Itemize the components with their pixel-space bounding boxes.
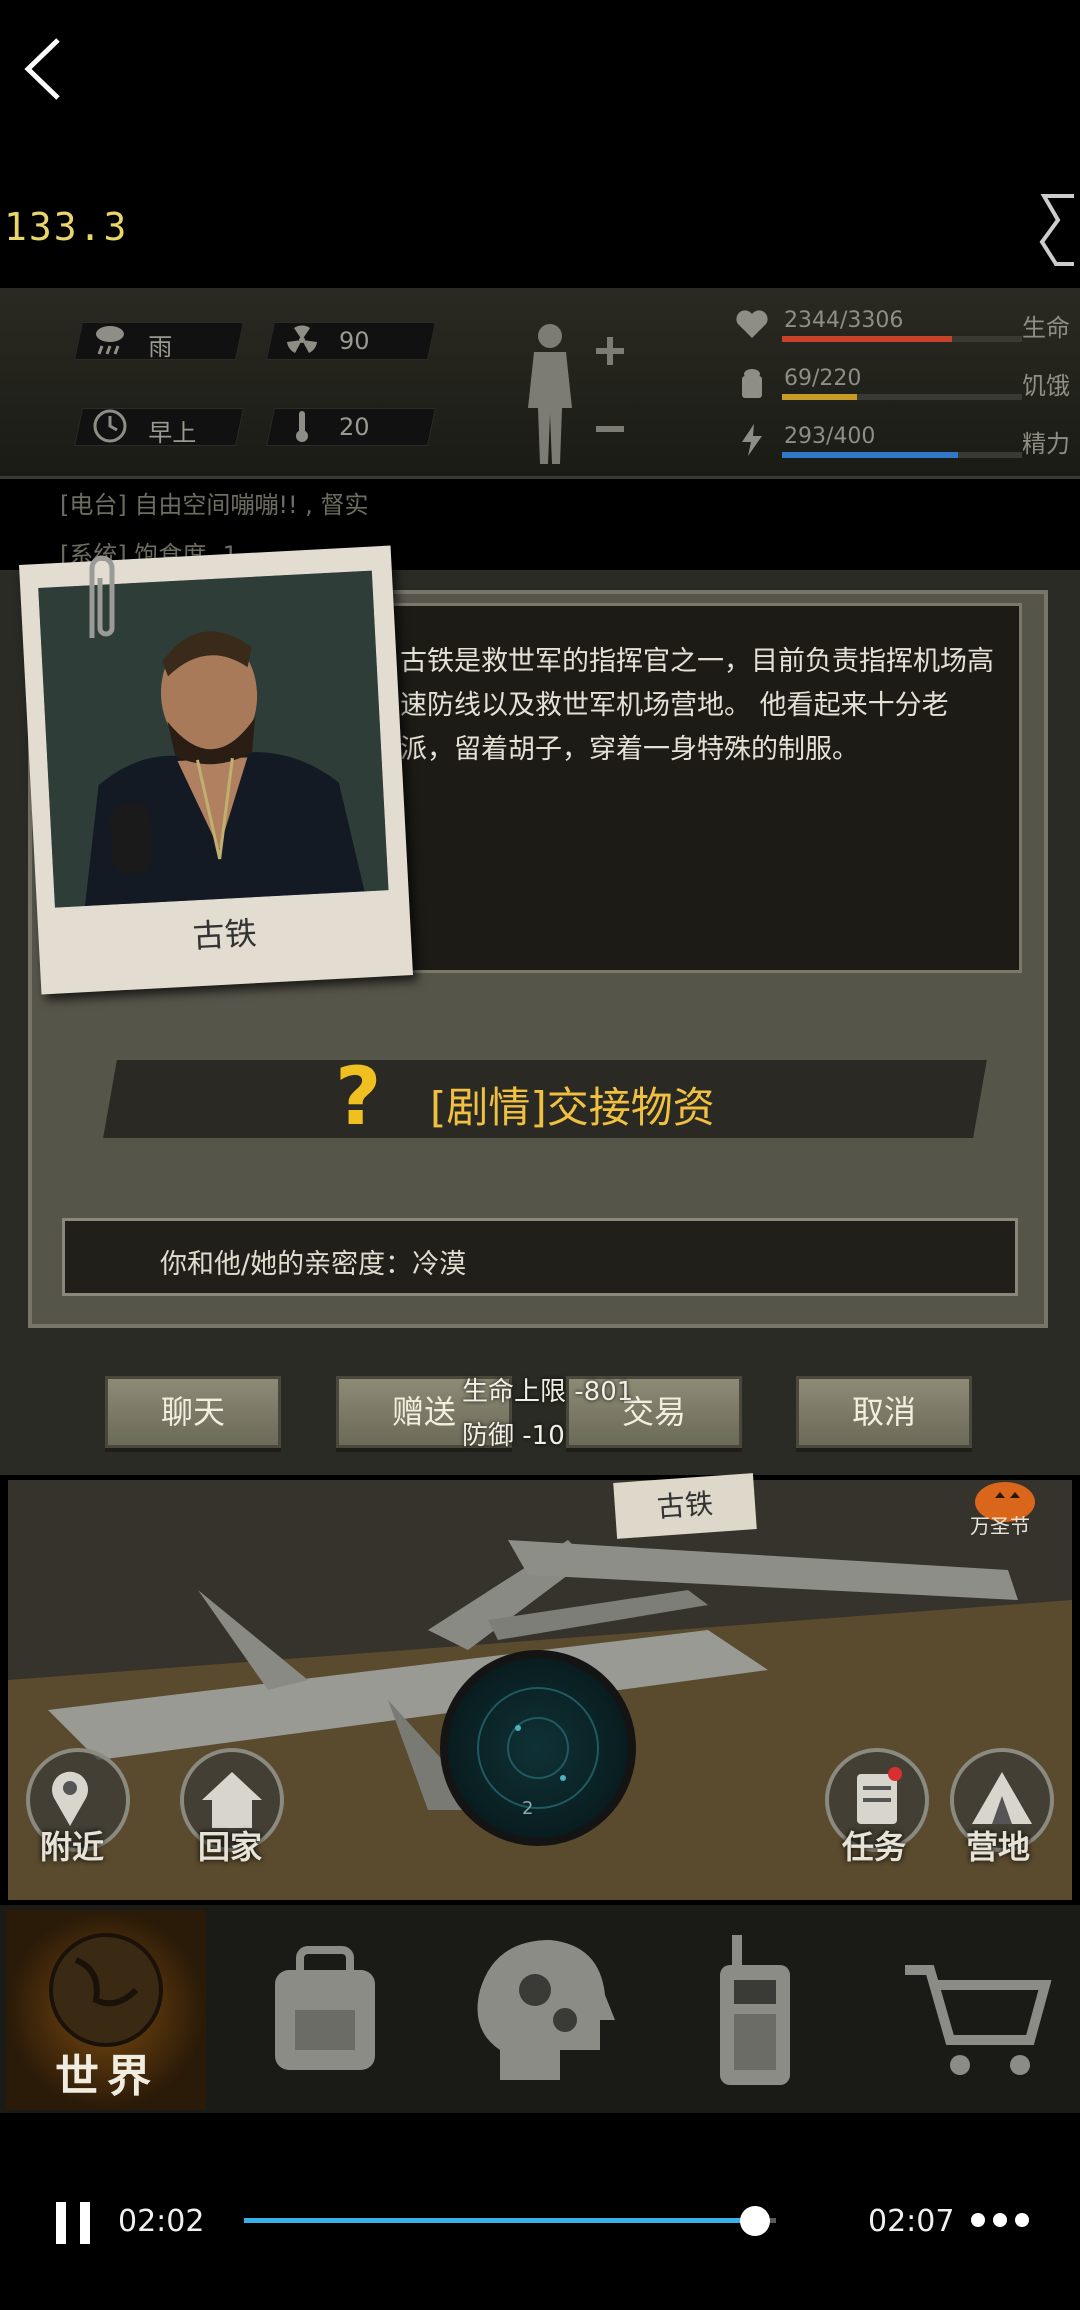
event-log: [电台] 自由空间嘣嘣!! , 督实 [系统] 饱食度 -1	[60, 480, 760, 569]
relationship-text: 你和他/她的亲密度：冷漠	[160, 1249, 467, 1280]
weather-label: 雨	[148, 333, 173, 361]
stat-energy: 293/400 精力	[730, 422, 1070, 462]
energy-value: 293/400	[784, 424, 876, 449]
energy-label: 精力	[1022, 430, 1070, 458]
nav-world-label[interactable]: 世界	[55, 2040, 159, 2104]
nearby-label[interactable]: 附近	[40, 1822, 104, 1868]
progress-fill	[244, 2218, 755, 2223]
camp-label[interactable]: 营地	[966, 1822, 1030, 1868]
cancel-button[interactable]: 取消	[796, 1376, 972, 1448]
temperature-value: 20	[339, 413, 370, 441]
chat-button[interactable]: 聊天	[105, 1376, 281, 1448]
quest-label[interactable]: [剧情]交接物资	[430, 1074, 715, 1135]
body-status-icon[interactable]	[520, 318, 630, 468]
video-controls	[0, 2170, 1080, 2310]
stat-hunger: 69/220 饥饿	[730, 364, 1070, 404]
health-label: 生命	[1022, 314, 1070, 342]
npc-description: 古铁是救世军的指挥官之一，目前负责指挥机场高速防线以及救世军机场营地。 他看起来…	[400, 646, 994, 765]
paperclip-icon	[89, 555, 115, 638]
radiation-value: 90	[339, 327, 370, 355]
coordinate-readout: 133.3	[4, 205, 129, 249]
health-value: 2344/3306	[784, 308, 904, 333]
hp-limit-effect: 生命上限 -801	[462, 1377, 634, 1407]
radar-scanner[interactable]: 2	[440, 1650, 636, 1846]
skills-head-icon[interactable]	[440, 1910, 650, 2110]
back-arrow-icon[interactable]	[18, 34, 78, 104]
defense-effect: 防御 -10	[462, 1421, 565, 1451]
progress-bar[interactable]	[244, 2218, 776, 2223]
energy-icon	[742, 424, 762, 456]
drawer-handle-icon[interactable]	[1034, 190, 1080, 270]
progress-knob[interactable]	[739, 2206, 770, 2236]
backpack-icon[interactable]	[220, 1910, 430, 2110]
radiation-icon	[287, 325, 317, 353]
radio-icon[interactable]	[650, 1910, 860, 2110]
food-icon	[742, 369, 762, 398]
health-bar	[782, 336, 1022, 342]
radar-level: 2	[522, 1798, 534, 1819]
npc-name: 古铁	[191, 914, 258, 956]
total-time: 02:07	[868, 2204, 955, 2239]
rain-icon	[96, 326, 124, 355]
hunger-value: 69/220	[784, 366, 862, 391]
log-line: [电台] 自由空间嘣嘣!! , 督实	[60, 491, 369, 519]
halloween-event-label[interactable]: 万圣节	[970, 1510, 1030, 1539]
clock-icon	[93, 409, 127, 443]
npc-portrait-card: 古铁	[19, 545, 413, 995]
stat-health: 2344/3306 生命	[730, 306, 1070, 346]
current-time: 02:02	[118, 2204, 205, 2239]
hunger-bar	[782, 394, 1022, 400]
status-hud: 雨 90 早上 20 2344/3306 生命 69/220 饥饿 293/40…	[0, 288, 1080, 479]
hunger-label: 饥饿	[1022, 372, 1070, 400]
radar-icon	[477, 1687, 599, 1809]
energy-bar	[782, 452, 1022, 458]
tasks-label[interactable]: 任务	[842, 1822, 906, 1868]
shopping-cart-icon[interactable]	[870, 1910, 1080, 2110]
npc-map-tag[interactable]: 古铁	[613, 1473, 757, 1539]
home-label[interactable]: 回家	[198, 1822, 262, 1868]
time-of-day-label: 早上	[148, 419, 197, 447]
pause-icon[interactable]	[54, 2200, 94, 2246]
question-mark-icon: ?	[335, 1050, 382, 1143]
more-options-icon[interactable]	[970, 2210, 1030, 2230]
heart-icon	[736, 310, 768, 338]
thermometer-icon	[296, 411, 308, 442]
effect-tooltip: 生命上限 -801 防御 -10	[462, 1370, 633, 1458]
